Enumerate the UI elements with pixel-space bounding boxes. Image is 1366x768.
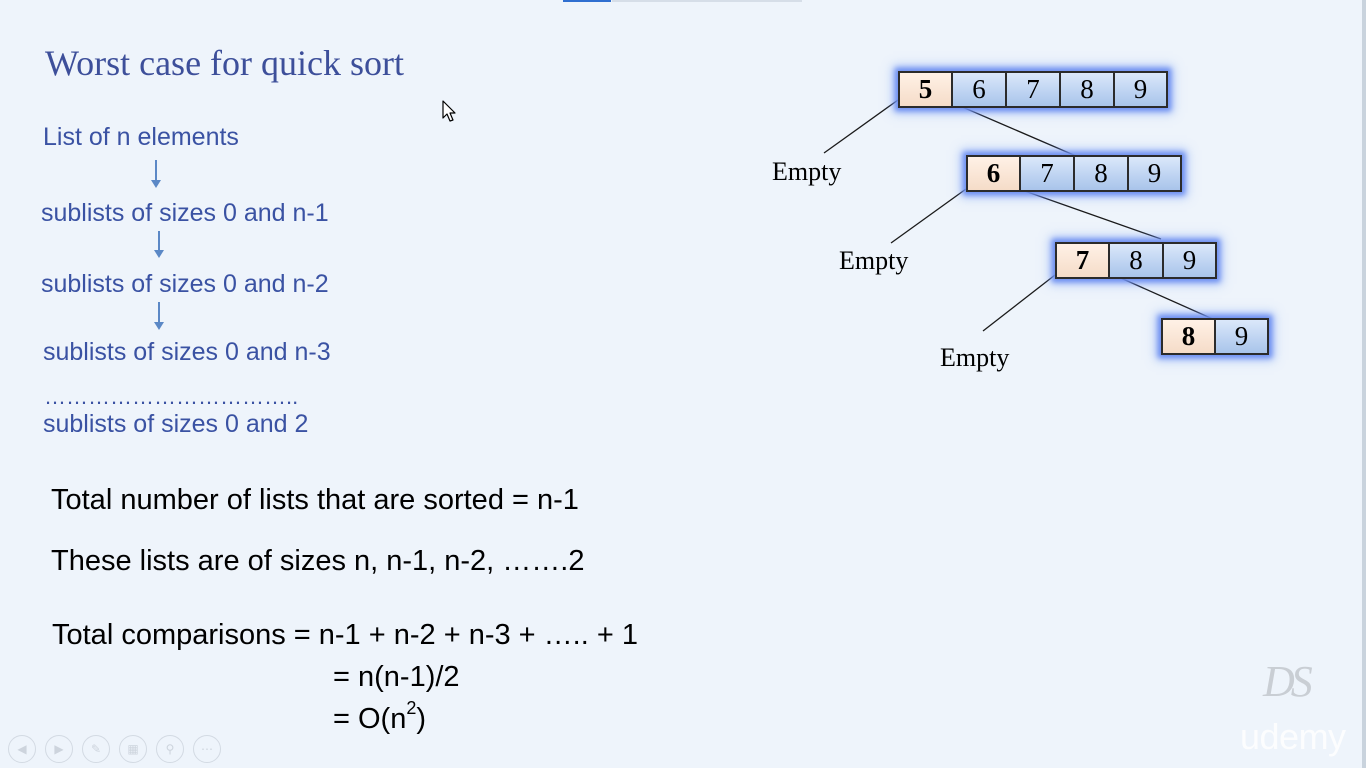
empty-label: Empty: [839, 246, 909, 275]
pen-icon[interactable]: ✎: [82, 735, 110, 763]
slides-icon[interactable]: ▦: [119, 735, 147, 763]
next-icon[interactable]: ▶: [45, 735, 73, 763]
array-row-4: 8 9: [1161, 318, 1269, 355]
array-row-1: 5 6 7 8 9: [898, 71, 1168, 108]
udemy-watermark: udemy: [1240, 716, 1346, 757]
ds-logo: DS: [1263, 657, 1313, 706]
zoom-icon[interactable]: ⚲: [156, 735, 184, 763]
mouse-cursor-icon: [442, 100, 456, 122]
array-cell: 8: [1060, 71, 1114, 108]
pivot-cell: 7: [1055, 242, 1109, 279]
array-cell: 7: [1006, 71, 1060, 108]
pivot-cell: 8: [1161, 318, 1215, 355]
array-cell: 7: [1020, 155, 1074, 192]
array-row-2: 6 7 8 9: [966, 155, 1182, 192]
array-cell: 9: [1163, 242, 1217, 279]
prev-icon[interactable]: ◀: [8, 735, 36, 763]
pivot-cell: 5: [898, 71, 952, 108]
diagram-connector-lines: [823, 99, 1216, 332]
array-cell: 9: [1128, 155, 1182, 192]
array-cell: 9: [1114, 71, 1168, 108]
empty-label: Empty: [940, 343, 1010, 372]
more-icon[interactable]: ⋯: [193, 735, 221, 763]
array-row-3: 7 8 9: [1055, 242, 1217, 279]
empty-label: Empty: [772, 157, 842, 186]
pivot-cell: 6: [966, 155, 1020, 192]
array-cell: 8: [1109, 242, 1163, 279]
array-cell: 8: [1074, 155, 1128, 192]
array-cell: 6: [952, 71, 1006, 108]
slideshow-controls: ◀ ▶ ✎ ▦ ⚲ ⋯: [8, 735, 221, 763]
array-cell: 9: [1215, 318, 1269, 355]
